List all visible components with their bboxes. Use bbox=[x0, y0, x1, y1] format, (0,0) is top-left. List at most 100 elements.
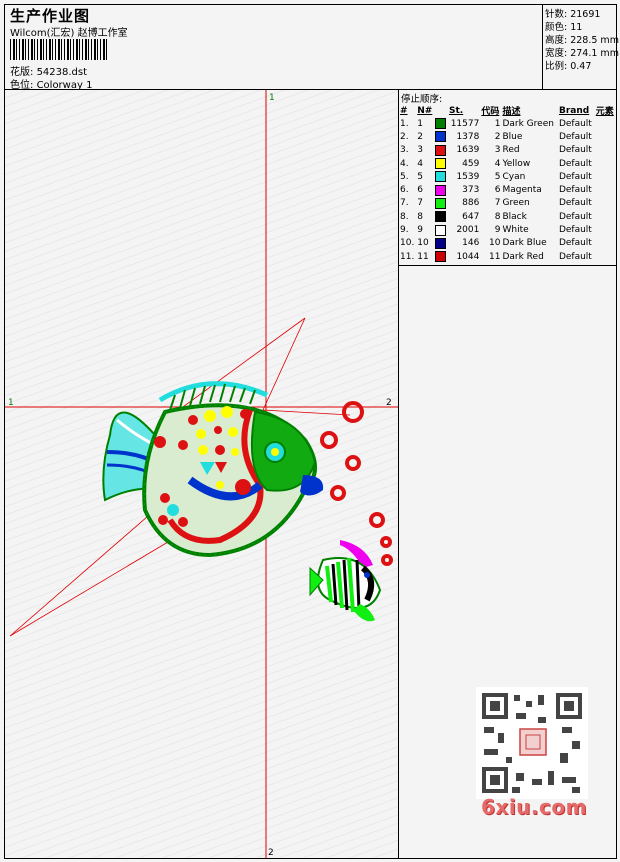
table-row: 9. 9 2001 9 White Default bbox=[399, 223, 616, 236]
row-swatch bbox=[434, 117, 448, 130]
row-brand: Default bbox=[558, 131, 592, 142]
row-brand: Default bbox=[558, 238, 592, 249]
row-index: 1. bbox=[400, 118, 409, 129]
qr-code bbox=[476, 687, 588, 799]
col-stitches: St. bbox=[448, 105, 464, 116]
row-n: 1 bbox=[417, 118, 423, 129]
row-code: 11 bbox=[489, 251, 501, 262]
row-description: Magenta bbox=[502, 185, 542, 196]
row-code: 7 bbox=[494, 198, 501, 209]
row-code: 10 bbox=[489, 238, 501, 249]
row-element bbox=[595, 144, 616, 157]
axis-label-bottom: 2 bbox=[268, 848, 274, 858]
row-index: 7. bbox=[400, 198, 409, 209]
row-swatch bbox=[434, 197, 448, 210]
table-row: 1. 1 11577 1 Dark Green Default bbox=[399, 117, 616, 130]
page-title: 生产作业图 bbox=[10, 7, 91, 25]
row-swatch bbox=[434, 237, 448, 250]
colorway: 色位: Colorway 1 bbox=[10, 80, 93, 91]
header: 生产作业图 Wilcom(汇宏) 赵博工作室 花版: 54238.dst 色位:… bbox=[5, 5, 619, 91]
embroidery-preview: 1 1 2 2 bbox=[5, 90, 398, 858]
row-n: 8 bbox=[417, 211, 423, 222]
row-element bbox=[595, 157, 616, 170]
row-element bbox=[595, 250, 616, 263]
table-bottom-rule bbox=[399, 265, 616, 266]
row-brand: Default bbox=[558, 171, 592, 182]
row-description: Red bbox=[502, 145, 520, 156]
row-stitches: 459 bbox=[462, 158, 480, 169]
row-element bbox=[595, 197, 616, 210]
design-width: 宽度: 274.1 mm bbox=[545, 48, 619, 59]
row-code: 2 bbox=[494, 131, 501, 142]
row-swatch bbox=[434, 170, 448, 183]
row-n: 10 bbox=[417, 238, 429, 249]
col-description: 描述 bbox=[502, 107, 521, 117]
row-code: 9 bbox=[494, 225, 501, 236]
col-swatch bbox=[434, 104, 448, 117]
table-row: 7. 7 886 7 Green Default bbox=[399, 197, 616, 210]
color-swatch bbox=[435, 158, 447, 170]
row-index: 8. bbox=[400, 211, 409, 222]
row-description: Dark Blue bbox=[502, 238, 547, 249]
design-scale: 比例: 0.47 bbox=[545, 61, 592, 72]
stitch-count: 针数: 21691 bbox=[545, 9, 601, 20]
row-n: 4 bbox=[417, 158, 423, 169]
row-code: 3 bbox=[494, 145, 501, 156]
color-swatch bbox=[435, 197, 447, 209]
row-n: 11 bbox=[417, 251, 429, 262]
row-n: 6 bbox=[417, 185, 423, 196]
table-row: 10. 10 146 10 Dark Blue Default bbox=[399, 237, 616, 250]
row-description: Dark Red bbox=[502, 251, 544, 262]
row-brand: Default bbox=[558, 158, 592, 169]
sequence-title: 停止顺序: bbox=[401, 94, 443, 105]
design-stats: 针数: 21691 颜色: 11 高度: 228.5 mm 宽度: 274.1 … bbox=[542, 5, 619, 89]
row-element bbox=[595, 117, 616, 130]
color-swatch bbox=[435, 131, 447, 143]
row-brand: Default bbox=[558, 198, 592, 209]
col-brand: Brand bbox=[558, 105, 590, 116]
row-stitches: 2001 bbox=[456, 225, 480, 236]
row-element bbox=[595, 223, 616, 236]
row-code: 4 bbox=[494, 158, 501, 169]
row-swatch bbox=[434, 223, 448, 236]
color-swatch bbox=[435, 251, 447, 263]
header-info: 生产作业图 Wilcom(汇宏) 赵博工作室 花版: 54238.dst 色位:… bbox=[8, 5, 538, 91]
row-element bbox=[595, 210, 616, 223]
row-stitches: 647 bbox=[462, 211, 480, 222]
row-n: 2 bbox=[417, 131, 423, 142]
design-canvas[interactable]: 1 1 2 2 bbox=[5, 90, 399, 858]
small-fish bbox=[309, 540, 382, 622]
row-brand: Default bbox=[558, 225, 592, 236]
axis-label-left: 1 bbox=[8, 398, 14, 408]
row-swatch bbox=[434, 130, 448, 143]
row-stitches: 1378 bbox=[456, 131, 480, 142]
row-code: 6 bbox=[494, 185, 501, 196]
row-description: Green bbox=[502, 198, 530, 209]
row-code: 8 bbox=[494, 211, 501, 222]
color-swatch bbox=[435, 237, 447, 249]
row-brand: Default bbox=[558, 251, 592, 262]
big-fish bbox=[142, 403, 324, 558]
row-stitches: 373 bbox=[462, 185, 480, 196]
row-stitches: 886 bbox=[462, 198, 480, 209]
color-swatch bbox=[435, 224, 447, 236]
row-description: Black bbox=[502, 211, 527, 222]
row-index: 11. bbox=[400, 251, 415, 262]
col-index: # bbox=[400, 105, 408, 116]
row-description: Dark Green bbox=[502, 118, 554, 129]
color-swatch bbox=[435, 184, 447, 196]
row-n: 9 bbox=[417, 225, 423, 236]
color-swatch bbox=[435, 211, 447, 223]
row-code: 5 bbox=[494, 171, 501, 182]
row-index: 2. bbox=[400, 131, 409, 142]
row-index: 9. bbox=[400, 225, 409, 236]
table-row: 4. 4 459 4 Yellow Default bbox=[399, 157, 616, 170]
row-stitches: 1639 bbox=[456, 145, 480, 156]
color-count: 颜色: 11 bbox=[545, 22, 583, 33]
table-row: 8. 8 647 8 Black Default bbox=[399, 210, 616, 223]
color-swatch bbox=[435, 118, 447, 130]
company-name: Wilcom(汇宏) 赵博工作室 bbox=[10, 28, 128, 39]
row-element bbox=[595, 170, 616, 183]
row-index: 3. bbox=[400, 145, 409, 156]
table-row: 5. 5 1539 5 Cyan Default bbox=[399, 170, 616, 183]
